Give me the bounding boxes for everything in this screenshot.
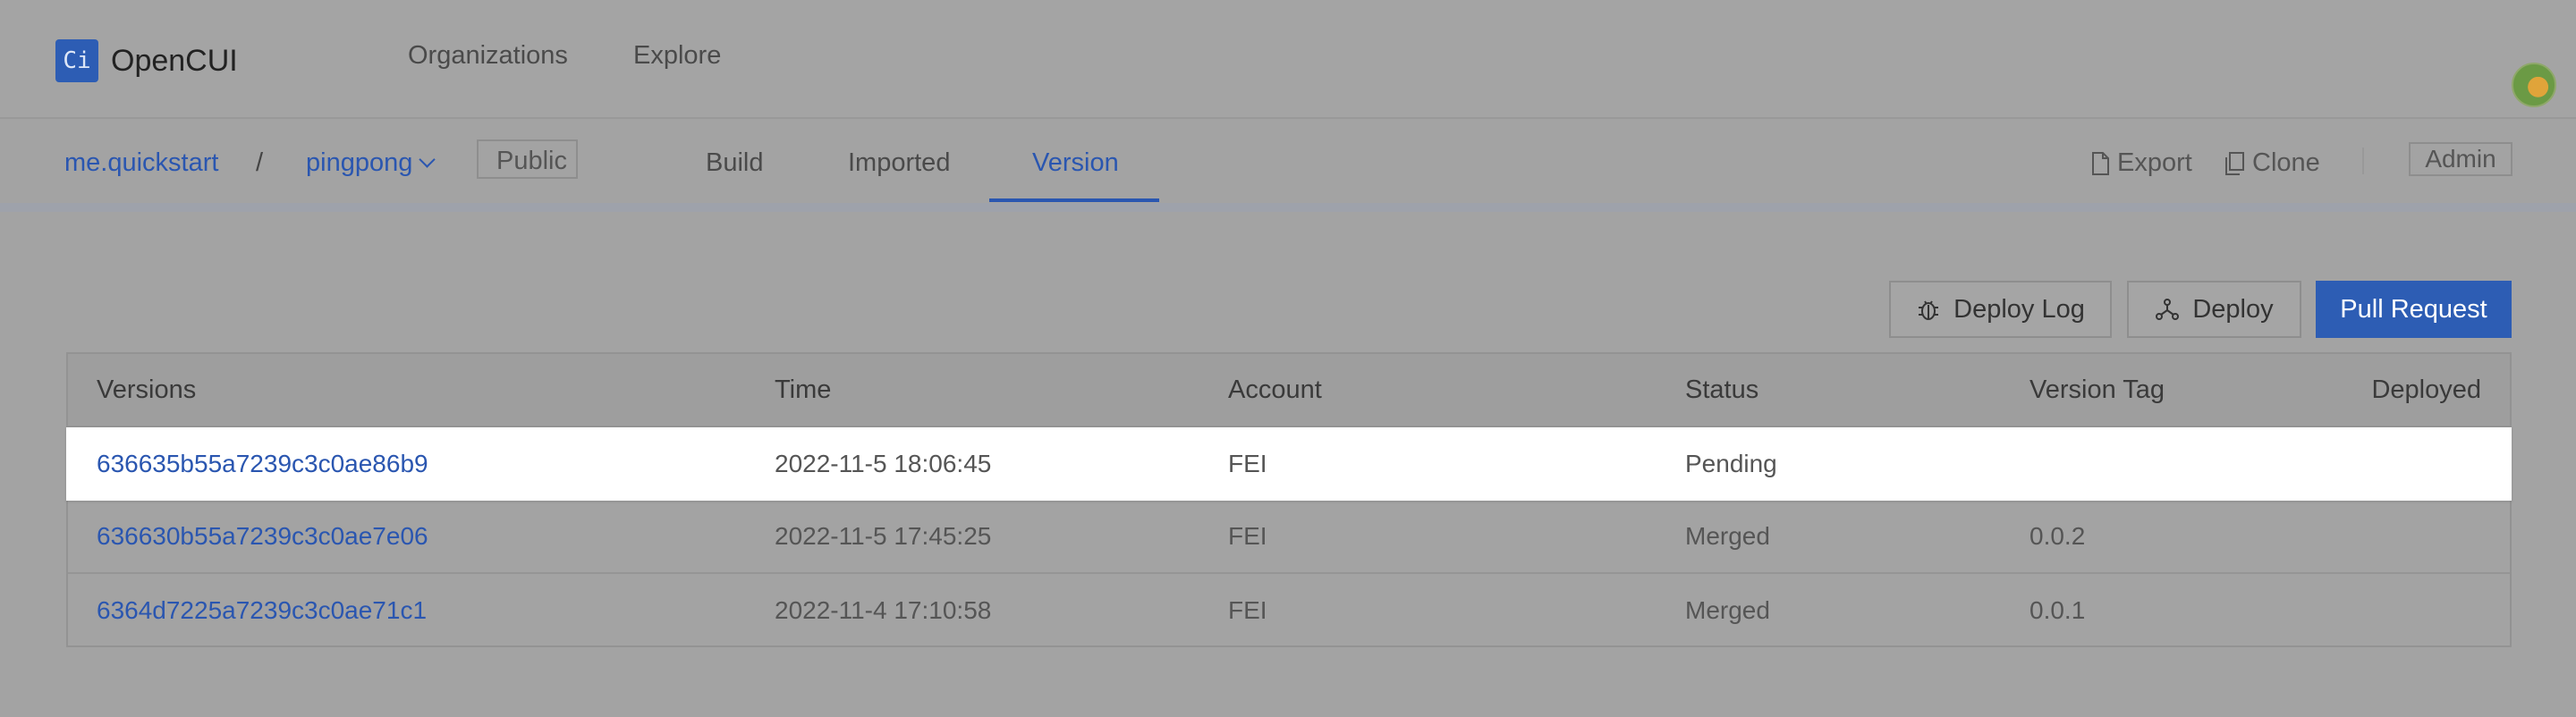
visibility-badge: Public <box>477 139 578 179</box>
project-name: pingpong <box>306 148 413 177</box>
chevron-down-icon <box>419 151 436 168</box>
version-id-link[interactable]: 636635b55a7239c3c0ae86b9 <box>97 427 428 501</box>
nav-organizations[interactable]: Organizations <box>408 41 568 71</box>
breadcrumb-separator: / <box>256 148 264 177</box>
project-header: me.quickstart / pingpong Public Build Im… <box>0 119 2576 212</box>
breadcrumb-org[interactable]: me.quickstart <box>64 148 218 178</box>
top-header: Ci OpenCUI Organizations Explore <box>0 0 2576 119</box>
active-tab-indicator <box>989 198 1159 202</box>
export-label: Export <box>2117 148 2192 177</box>
copy-icon <box>2225 151 2244 175</box>
user-avatar[interactable] <box>2512 63 2556 107</box>
clone-button[interactable]: Clone <box>2224 148 2320 178</box>
nav-explore[interactable]: Explore <box>633 41 721 71</box>
version-time: 2022-11-5 18:06:45 <box>775 450 992 477</box>
column-header-account: Account <box>1228 375 1322 404</box>
deploy-icon <box>2156 299 2180 320</box>
column-header-versions: Versions <box>97 375 197 404</box>
pull-request-button[interactable]: Pull Request <box>2316 281 2512 338</box>
opencui-logo-icon: Ci <box>55 39 98 82</box>
column-header-time: Time <box>775 375 832 404</box>
logo[interactable]: Ci OpenCUI <box>55 39 238 82</box>
version-status: Pending <box>1685 450 1777 477</box>
version-tag: 0.0.1 <box>2029 596 2086 624</box>
version-time: 2022-11-4 17:10:58 <box>775 596 992 624</box>
version-account: FEI <box>1228 450 1267 477</box>
table-header: Versions Time Account Status Version Tag… <box>68 354 2510 427</box>
bug-icon <box>1919 300 1939 320</box>
export-button[interactable]: Export <box>2090 148 2192 178</box>
version-status: Merged <box>1685 522 1770 550</box>
column-header-version-tag: Version Tag <box>2029 375 2165 404</box>
admin-button[interactable]: Admin <box>2409 142 2512 176</box>
project-selector[interactable]: pingpong <box>306 148 436 178</box>
tab-version[interactable]: Version <box>1032 148 1119 178</box>
column-header-status: Status <box>1685 375 1759 404</box>
column-header-deployed: Deployed <box>2371 375 2481 404</box>
deploy-log-label: Deploy Log <box>1953 294 2085 324</box>
tab-build[interactable]: Build <box>706 148 764 178</box>
app-name: OpenCUI <box>111 43 238 78</box>
version-panel: Deploy Log Deploy Pull Request Versions … <box>0 212 2576 717</box>
version-id-link[interactable]: 6364d7225a7239c3c0ae71c1 <box>97 574 427 647</box>
deploy-button[interactable]: Deploy <box>2127 281 2301 338</box>
divider <box>2362 148 2364 174</box>
deploy-log-button[interactable]: Deploy Log <box>1889 281 2112 338</box>
version-account: FEI <box>1228 596 1267 624</box>
file-icon <box>2092 151 2109 175</box>
version-time: 2022-11-5 17:45:25 <box>775 522 992 550</box>
clone-label: Clone <box>2252 148 2320 177</box>
deploy-label: Deploy <box>2192 294 2274 324</box>
table-row[interactable]: 6364d7225a7239c3c0ae71c1 2022-11-4 17:10… <box>68 574 2510 647</box>
version-account: FEI <box>1228 522 1267 550</box>
version-id-link[interactable]: 636630b55a7239c3c0ae7e06 <box>97 501 428 572</box>
version-status: Merged <box>1685 596 1770 624</box>
version-tag: 0.0.2 <box>2029 522 2086 550</box>
tab-imported[interactable]: Imported <box>848 148 950 178</box>
table-row[interactable]: 636630b55a7239c3c0ae7e06 2022-11-5 17:45… <box>68 501 2510 574</box>
table-row[interactable]: 636635b55a7239c3c0ae86b9 2022-11-5 18:06… <box>66 427 2512 501</box>
versions-table: Versions Time Account Status Version Tag… <box>66 352 2512 647</box>
